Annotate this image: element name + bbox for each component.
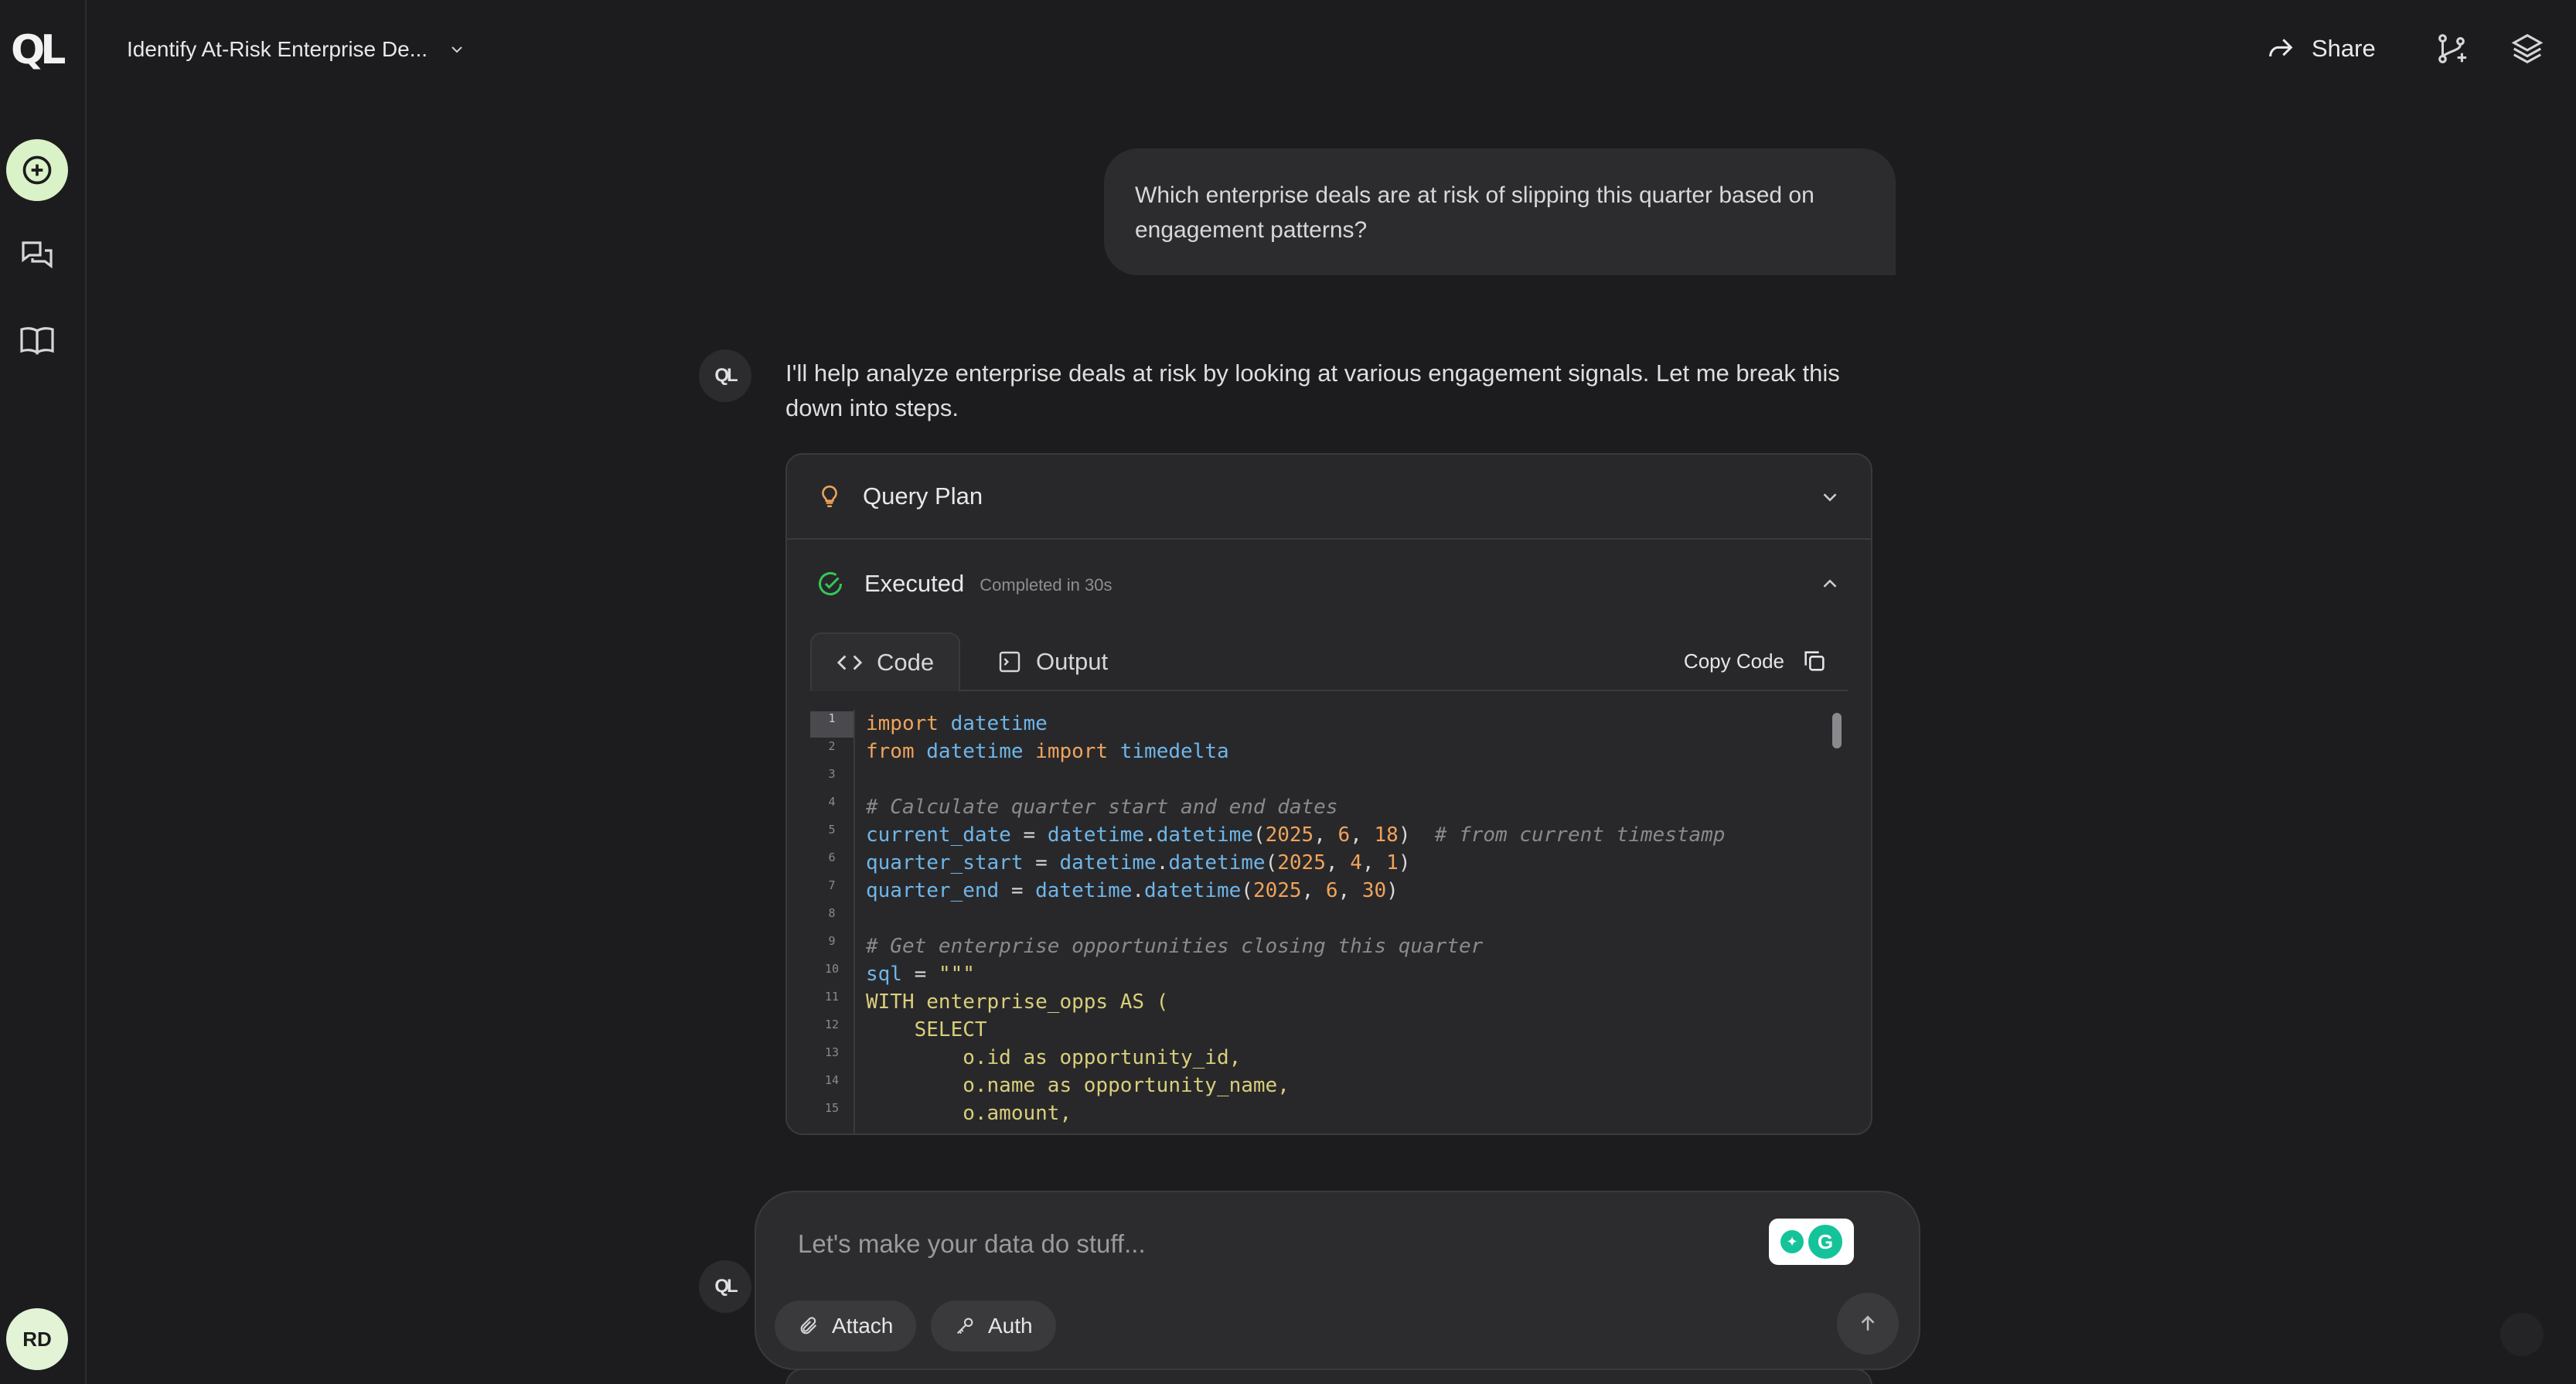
tab-code-label: Code (877, 649, 935, 676)
line-number: 4 (828, 795, 836, 809)
auth-label: Auth (988, 1314, 1033, 1338)
line-number: 3 (828, 767, 836, 781)
executed-status: Completed in 30s (980, 575, 1113, 595)
share-button[interactable]: Share (2265, 31, 2376, 66)
chevron-down-icon (451, 46, 462, 53)
code-line: from datetime import timedelta (866, 740, 1229, 763)
line-number: 6 (828, 851, 836, 864)
message-input[interactable] (798, 1225, 1726, 1263)
help-bubble[interactable] (2500, 1313, 2544, 1356)
line-number-gutter: 1 2 3 4 5 6 7 8 9 10 11 12 13 14 15 (810, 710, 855, 1133)
app-logo[interactable]: QL (11, 30, 66, 70)
line-number: 9 (828, 934, 836, 948)
attach-label: Attach (832, 1314, 894, 1338)
line-number: 13 (824, 1045, 840, 1059)
grammarly-icon: G (1808, 1225, 1842, 1259)
chat-bubbles-icon (22, 241, 53, 269)
key-icon (956, 1318, 973, 1335)
line-number: 12 (824, 1018, 840, 1031)
share-arrow-icon (2269, 39, 2293, 57)
share-label: Share (2312, 35, 2376, 62)
line-number: 1 (810, 711, 854, 738)
code-editor[interactable]: 1 2 3 4 5 6 7 8 9 10 11 12 13 14 15 impo… (810, 710, 1848, 1133)
plus-circle-icon (22, 155, 52, 185)
assistant-message: I'll help analyze enterprise deals at ri… (785, 360, 1840, 421)
copy-icon (1804, 651, 1825, 671)
chat-history-button[interactable] (6, 224, 68, 286)
conversation-title-dropdown[interactable]: Identify At-Risk Enterprise De... (127, 34, 466, 65)
code-line: SELECT (866, 1018, 987, 1041)
code-line: quarter_end = datetime.datetime(2025, 6,… (866, 879, 1399, 902)
tab-code[interactable]: Code (810, 632, 961, 691)
line-number: 2 (828, 739, 836, 753)
query-plan-row[interactable]: Query Plan (787, 455, 1871, 540)
branch-button[interactable] (2434, 31, 2469, 66)
line-number: 11 (824, 990, 840, 1004)
code-scrollbar[interactable] (1832, 713, 1842, 748)
line-number: 14 (824, 1073, 840, 1087)
query-plan-label: Query Plan (863, 482, 983, 510)
line-number: 10 (824, 962, 840, 976)
layers-button[interactable] (2510, 31, 2545, 66)
message-composer: ✦ G Attach Auth (755, 1191, 1920, 1370)
code-line: sql = """ (866, 963, 975, 986)
executed-label: Executed (864, 570, 965, 597)
terminal-icon (999, 651, 1021, 673)
code-line: o.id as opportunity_id, (866, 1046, 1242, 1069)
conversation-title: Identify At-Risk Enterprise De... (127, 37, 428, 61)
chevron-up-icon (1823, 579, 1837, 588)
code-line: # Calculate quarter start and end dates (866, 796, 1338, 819)
library-button[interactable] (6, 309, 68, 371)
book-icon (20, 327, 54, 355)
code-line: WITH enterprise_opps AS ( (866, 990, 1169, 1014)
code-brackets-icon (837, 655, 863, 670)
code-output-tabs: Code Output Copy Code (810, 632, 1848, 691)
copy-code-label: Copy Code (1683, 649, 1784, 673)
assistant-avatar: QL (699, 349, 751, 402)
assistant-avatar: QL (699, 1260, 751, 1313)
tab-output[interactable]: Output (973, 632, 1133, 691)
sidebar: QL RD (0, 0, 87, 1384)
code-line: quarter_start = datetime.datetime(2025, … (866, 851, 1411, 874)
send-button[interactable] (1837, 1293, 1899, 1355)
paperclip-icon (800, 1317, 817, 1335)
code-line: import datetime (866, 712, 1048, 735)
user-message: Which enterprise deals are at risk of sl… (1104, 148, 1896, 275)
executed-row[interactable]: Executed Completed in 30s (787, 541, 1871, 626)
code-line: o.name as opportunity_name, (866, 1074, 1290, 1097)
grammarly-assist-icon: ✦ (1780, 1230, 1804, 1253)
auth-button[interactable]: Auth (931, 1300, 1056, 1352)
next-card-edge (785, 1369, 1872, 1384)
arrow-up-icon (1861, 1315, 1875, 1331)
tab-output-label: Output (1036, 648, 1109, 675)
grammarly-widget[interactable]: ✦ G (1769, 1219, 1854, 1265)
layers-icon (2511, 33, 2544, 64)
git-branch-icon (2438, 34, 2467, 63)
code-line: # Get enterprise opportunities closing t… (866, 935, 1484, 958)
check-circle-icon (819, 572, 842, 595)
code-line: o.amount, (866, 1102, 1072, 1125)
attach-button[interactable]: Attach (775, 1300, 917, 1352)
copy-code-button[interactable]: Copy Code (1684, 642, 1828, 680)
line-number: 7 (828, 878, 836, 892)
new-chat-button[interactable] (6, 139, 68, 201)
code-line: current_date = datetime.datetime(2025, 6… (866, 823, 1726, 847)
lightbulb-icon (822, 485, 837, 508)
user-avatar[interactable]: RD (6, 1308, 68, 1370)
line-number: 5 (828, 823, 836, 837)
line-number: 8 (828, 906, 836, 920)
line-number: 15 (824, 1101, 840, 1115)
chevron-down-icon (1823, 493, 1837, 502)
execution-card: Query Plan Executed Completed in 30s Cod… (785, 453, 1872, 1135)
